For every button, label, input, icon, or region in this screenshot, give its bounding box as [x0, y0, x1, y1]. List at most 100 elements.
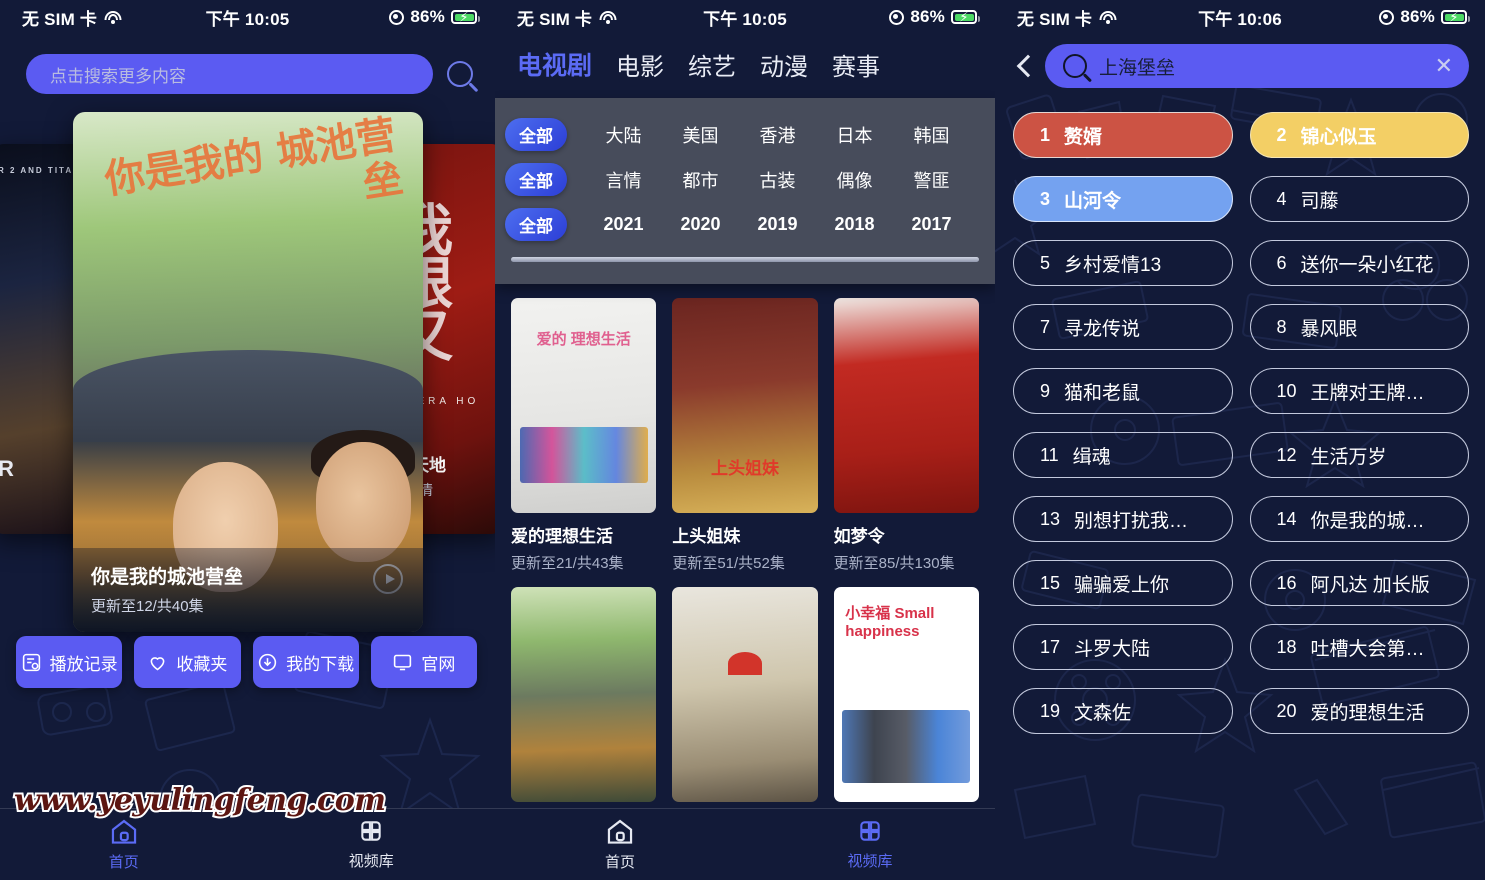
download-icon — [258, 653, 277, 671]
hot-item[interactable]: 7 寻龙传说 — [1013, 304, 1233, 350]
back-chevron-icon[interactable] — [1013, 55, 1035, 77]
filter-region-1[interactable]: 美国 — [662, 122, 739, 148]
battery-percent: 86% — [410, 7, 445, 26]
filter-genre-5[interactable]: 校 — [970, 167, 995, 193]
filter-genre-3[interactable]: 偶像 — [816, 167, 893, 193]
poster-image: 上头姐妹 — [672, 298, 818, 513]
video-title: 上头姐妹 — [672, 527, 741, 546]
hot-name: 猫和老鼠 — [1064, 382, 1141, 404]
filter-region-4[interactable]: 韩国 — [893, 122, 970, 148]
category-tab-variety[interactable]: 综艺 — [688, 47, 736, 82]
search-icon[interactable] — [447, 61, 473, 87]
tab-home[interactable]: 首页 — [0, 809, 248, 880]
hot-rank: 4 — [1276, 188, 1287, 209]
tab-library[interactable]: 视频库 — [745, 809, 995, 880]
search-input-value[interactable]: 上海堡垒 — [1099, 53, 1423, 80]
filter-all-region[interactable]: 全部 — [505, 118, 567, 151]
hot-item[interactable]: 19 文森佐 — [1013, 688, 1233, 734]
filter-panel: 全部 大陆 美国 香港 日本 韩国 英 全部 言情 都市 古装 偶像 警匪 校 … — [495, 98, 995, 284]
favorites-button[interactable]: 收藏夹 — [134, 636, 241, 688]
search-field[interactable]: 上海堡垒 ✕ — [1045, 44, 1469, 88]
hot-item[interactable]: 6 送你一朵小红花 — [1249, 240, 1469, 286]
video-card[interactable]: 小幸福 Small happiness — [833, 587, 979, 802]
hot-item[interactable]: 2 锦心似玉 — [1249, 112, 1469, 158]
filter-year-1[interactable]: 2020 — [662, 214, 739, 235]
hot-name: 爱的理想生活 — [1310, 702, 1425, 724]
hot-rank: 10 — [1276, 380, 1297, 401]
filter-genre-4[interactable]: 警匪 — [893, 167, 970, 193]
filter-region-0[interactable]: 大陆 — [585, 122, 662, 148]
status-right-mid: 86% ⚡ — [889, 7, 980, 27]
filter-region-5[interactable]: 英 — [970, 122, 995, 148]
hot-item[interactable]: 18 吐槽大会第… — [1249, 624, 1469, 670]
filter-scroll-indicator[interactable] — [511, 257, 979, 262]
battery-percent-mid: 86% — [910, 7, 945, 26]
poster-image: 爱的 理想生活 — [511, 298, 657, 513]
hot-name: 山河令 — [1064, 190, 1122, 212]
tab-library-label: 视频库 — [348, 853, 394, 870]
category-tab-anime[interactable]: 动漫 — [760, 47, 808, 82]
hot-item[interactable]: 12 生活万岁 — [1249, 432, 1469, 478]
filter-all-genre[interactable]: 全部 — [505, 163, 567, 196]
filter-all-year[interactable]: 全部 — [505, 208, 567, 241]
clear-icon[interactable]: ✕ — [1435, 55, 1453, 77]
tab-home[interactable]: 首页 — [495, 809, 745, 880]
hot-item[interactable]: 9 猫和老鼠 — [1013, 368, 1233, 414]
hot-name: 斗罗大陆 — [1074, 638, 1151, 660]
hot-item[interactable]: 17 斗罗大陆 — [1013, 624, 1233, 670]
category-tab-movie[interactable]: 电影 — [616, 47, 664, 82]
play-history-button[interactable]: 播放记录 — [16, 636, 123, 688]
video-card[interactable]: 如梦令 更新至85/共130集 — [833, 298, 979, 573]
filter-genre-1[interactable]: 都市 — [662, 167, 739, 193]
filter-region-3[interactable]: 日本 — [816, 122, 893, 148]
featured-carousel[interactable]: R 2 AND TITANIC R 我 银 又 OPERA HO 动天地 D高清… — [0, 102, 495, 632]
hot-item[interactable]: 10 王牌对王牌… — [1249, 368, 1469, 414]
filter-genre-2[interactable]: 古装 — [739, 167, 816, 193]
video-card[interactable] — [511, 587, 657, 802]
hot-item[interactable]: 4 司藤 — [1249, 176, 1469, 222]
filter-year-0[interactable]: 2021 — [585, 214, 662, 235]
filter-year-3[interactable]: 2018 — [816, 214, 893, 235]
hot-item[interactable]: 14 你是我的城… — [1249, 496, 1469, 542]
video-card[interactable] — [672, 587, 818, 802]
hot-item[interactable]: 13 别想打扰我… — [1013, 496, 1233, 542]
hot-rank: 2 — [1276, 124, 1287, 145]
hot-item[interactable]: 3 山河令 — [1013, 176, 1233, 222]
hot-name: 别想打扰我… — [1074, 510, 1189, 532]
hot-item[interactable]: 20 爱的理想生活 — [1249, 688, 1469, 734]
hot-item[interactable]: 11 缉魂 — [1013, 432, 1233, 478]
category-tab-tv[interactable]: 电视剧 — [517, 46, 592, 82]
tab-home-label: 首页 — [604, 853, 635, 871]
hot-item[interactable]: 16 阿凡达 加长版 — [1249, 560, 1469, 606]
poster-text: 爱的 理想生活 — [536, 331, 631, 349]
website-button[interactable]: 官网 — [370, 636, 477, 688]
hot-name: 乡村爱情13 — [1064, 254, 1162, 276]
status-right-right: 86% ⚡ — [1379, 7, 1470, 27]
hot-item[interactable]: 1 赘婿 — [1013, 112, 1233, 158]
filter-year-2[interactable]: 2019 — [739, 214, 816, 235]
hot-name: 锦心似玉 — [1300, 126, 1377, 148]
hot-rank: 17 — [1040, 636, 1061, 657]
hot-item[interactable]: 15 骗骗爱上你 — [1013, 560, 1233, 606]
video-card[interactable]: 上头姐妹 上头姐妹 更新至51/共52集 — [672, 298, 818, 573]
filter-row-year: 全部 2021 2020 2019 2018 2017 — [495, 202, 995, 247]
category-tab-sports[interactable]: 赛事 — [832, 47, 880, 82]
search-input[interactable]: 点击搜索更多内容 — [26, 54, 433, 94]
phone-panel-home: 无 SIM 卡 下午 10:05 86% ⚡ 点击搜索更多内容 R 2 AND … — [0, 0, 495, 880]
video-card[interactable]: 爱的 理想生活 爱的理想生活 更新至21/共43集 — [511, 298, 657, 573]
carousel-card-active[interactable]: 你是我的 城池营垒 你是我的城池营垒 更新至12/共40集 — [73, 112, 423, 632]
grid-icon — [361, 821, 381, 841]
hot-rank: 9 — [1040, 380, 1051, 401]
filter-region-2[interactable]: 香港 — [739, 122, 816, 148]
filter-genre-0[interactable]: 言情 — [585, 167, 662, 193]
hot-rank: 12 — [1276, 444, 1297, 465]
tab-library[interactable]: 视频库 — [248, 809, 496, 880]
filter-year-4[interactable]: 2017 — [893, 214, 970, 235]
video-episodes: 更新至51/共52集 — [672, 555, 785, 572]
hot-item[interactable]: 5 乡村爱情13 — [1013, 240, 1233, 286]
hot-item[interactable]: 8 暴风眼 — [1249, 304, 1469, 350]
hot-rank: 18 — [1276, 636, 1297, 657]
poster-image — [511, 587, 657, 802]
downloads-button[interactable]: 我的下载 — [252, 636, 359, 688]
prev-card-bottom-text: R — [0, 456, 14, 481]
